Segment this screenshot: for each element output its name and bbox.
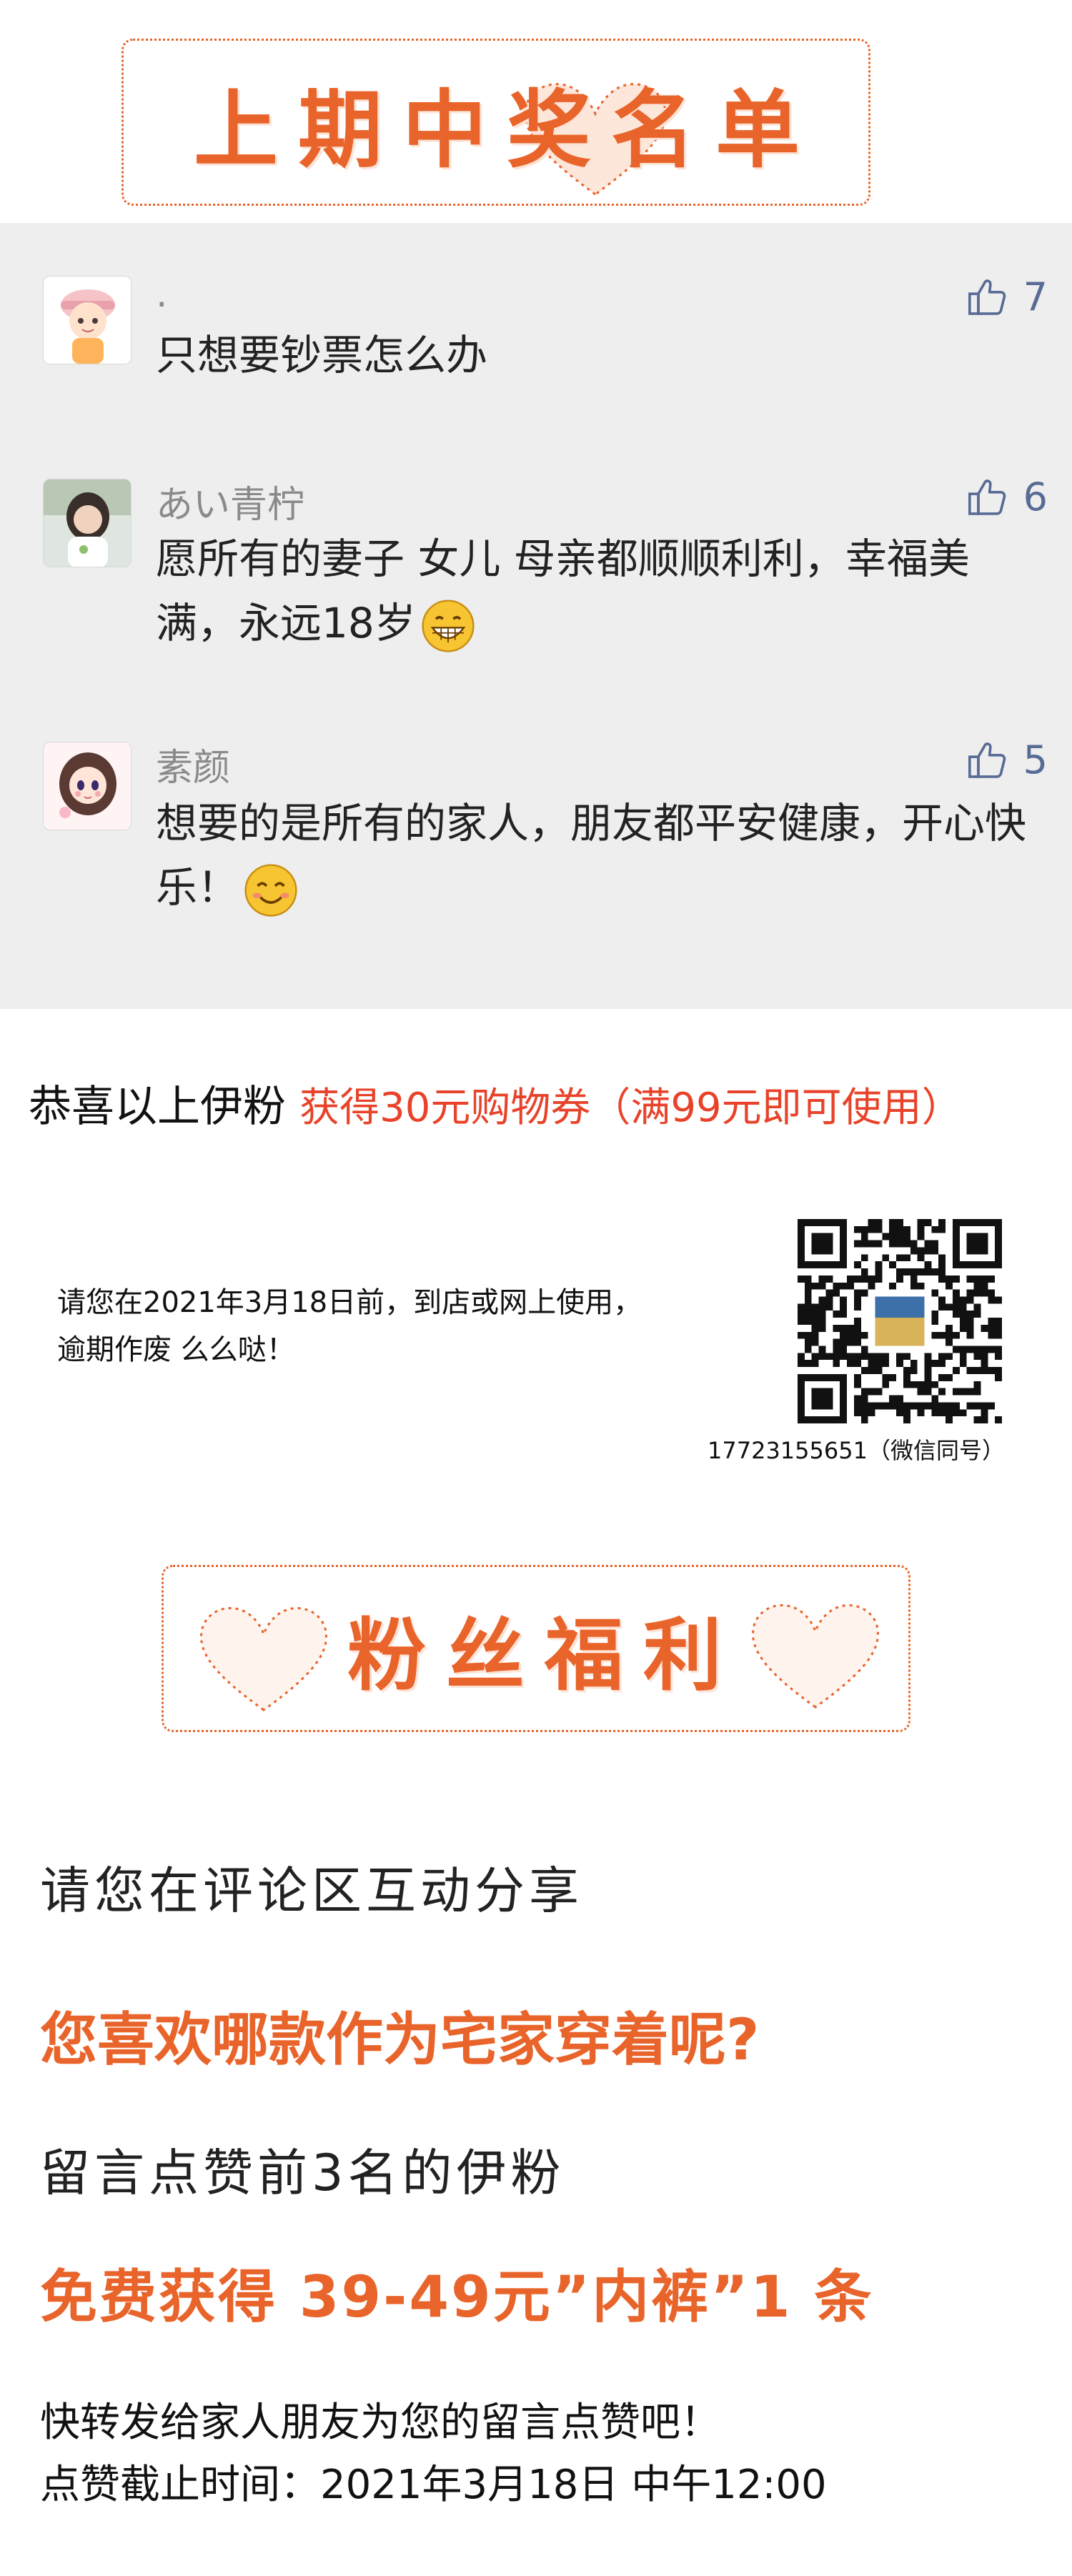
congrats-prefix: 恭喜以上伊粉 bbox=[29, 1082, 286, 1132]
smiling-emoji-icon bbox=[244, 864, 297, 917]
heart-outline-icon bbox=[200, 1607, 327, 1711]
like-count: 5 bbox=[1023, 737, 1048, 782]
voucher-note-line: 逾期作废 么么哒！ bbox=[57, 1333, 295, 1366]
welfare-title: 粉丝福利 bbox=[347, 1610, 742, 1701]
comment-nickname: 素颜 bbox=[156, 747, 231, 790]
comment-text: 只想要钞票怎么办 bbox=[156, 331, 488, 379]
cartoon-girl-avatar[interactable] bbox=[43, 742, 131, 830]
comments-panel: . 7 只想要钞票怎么办 あい青柠 6 愿所有的妻子 女儿 母亲都顺顺利利，幸福… bbox=[0, 223, 1072, 1009]
welfare-rule: 留言点赞前3名的伊粉 bbox=[40, 2144, 565, 2202]
congrats-reward: 获得30元购物券（满99元即可使用） bbox=[299, 1085, 962, 1131]
voucher-note: 请您在2021年3月18日前，到店或网上使用， 逾期作废 么么哒！ bbox=[57, 1279, 736, 1373]
congrats-line: 恭喜以上伊粉 获得30元购物券（满99元即可使用） bbox=[29, 1072, 962, 1134]
comment-text: 想要的是所有的家人，朋友都平安健康，开心快乐！ bbox=[156, 791, 1042, 920]
winners-title: 上期中奖名单 bbox=[193, 80, 820, 179]
heart-outline-icon bbox=[752, 1604, 879, 1709]
thumbs-up-icon bbox=[968, 742, 1006, 778]
like-button[interactable]: 5 bbox=[966, 737, 1048, 782]
comment-text: 愿所有的妻子 女儿 母亲都顺顺利利，幸福美满，永远18岁 bbox=[156, 527, 1042, 655]
thumbs-up-icon bbox=[968, 279, 1006, 315]
winners-banner: 上期中奖名单 bbox=[121, 39, 870, 206]
like-count: 6 bbox=[1023, 474, 1048, 519]
cartoon-boy-avatar[interactable] bbox=[43, 276, 131, 364]
voucher-note-line: 请您在2021年3月18日前，到店或网上使用， bbox=[57, 1286, 642, 1319]
thumbs-up-icon bbox=[968, 479, 1006, 515]
girl-photo-avatar[interactable] bbox=[43, 479, 131, 567]
welfare-share: 快转发给家人朋友为您的留言点赞吧！ bbox=[40, 2400, 720, 2446]
like-button[interactable]: 7 bbox=[966, 274, 1048, 319]
welfare-banner: 粉丝福利 bbox=[162, 1565, 910, 1732]
like-count: 7 bbox=[1023, 274, 1048, 319]
qr-caption: 17723155651（微信同号） bbox=[708, 1437, 1005, 1464]
like-button[interactable]: 6 bbox=[966, 474, 1048, 519]
welfare-question: 您喜欢哪款作为宅家穿着呢? bbox=[40, 2006, 760, 2073]
qr-code-icon[interactable] bbox=[798, 1219, 1002, 1423]
welfare-invite: 请您在评论区互动分享 bbox=[40, 1861, 583, 1920]
grinning-emoji-icon bbox=[422, 600, 475, 652]
welfare-prize: 免费获得 39-49元”内裤”1 条 bbox=[40, 2264, 874, 2330]
comment-nickname: . bbox=[156, 273, 168, 316]
comment-nickname: あい青柠 bbox=[156, 484, 305, 527]
welfare-deadline: 点赞截止时间：2021年3月18日 中午12:00 bbox=[40, 2462, 827, 2508]
